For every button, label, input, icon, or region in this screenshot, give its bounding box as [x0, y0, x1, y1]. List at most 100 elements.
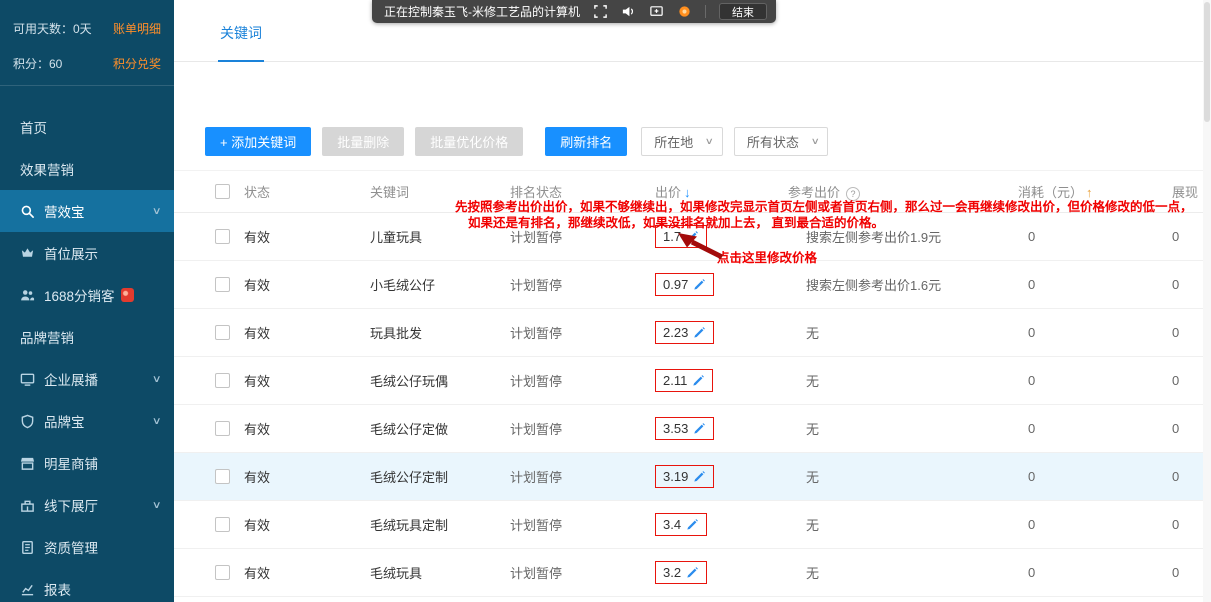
recharge-link[interactable]: 充值 [137, 0, 161, 2]
row-checkbox[interactable] [215, 373, 230, 388]
rank-status-cell: 计划暂停 [510, 371, 655, 390]
price-edit-box[interactable]: 3.2 [655, 561, 707, 584]
keyword-cell: 毛绒玩具定制 [370, 515, 510, 534]
price-edit-box[interactable]: 3.53 [655, 417, 714, 440]
shield-icon [20, 414, 35, 429]
location-filter-label: 所在地 [654, 132, 693, 151]
batch-optimize-price-button[interactable]: 批量优化价格 [415, 127, 523, 156]
price-edit-box[interactable]: 3.19 [655, 465, 714, 488]
sidebar-item-brand-marketing[interactable]: 品牌营销 [0, 316, 174, 358]
edit-pencil-icon[interactable] [693, 278, 706, 291]
status-cell: 有效 [244, 563, 370, 582]
add-keyword-button[interactable]: + 添加关键词 [205, 127, 311, 156]
fullscreen-icon[interactable] [593, 4, 608, 19]
batch-delete-button[interactable]: 批量删除 [322, 127, 404, 156]
sidebar: 可用余额：0元 充值 可用天数：0天 账单明细 积分：60 积分兑奖 首页 效果… [0, 0, 174, 602]
chevron-down-icon: ∨ [151, 206, 161, 217]
row-checkbox[interactable] [215, 277, 230, 292]
ref-price-cell: 无 [788, 563, 1018, 582]
sidebar-item-qualification[interactable]: 资质管理 [0, 526, 174, 568]
sidebar-item-label: 品牌宝 [44, 411, 85, 431]
scrollbar-thumb[interactable] [1204, 2, 1210, 122]
sidebar-item-report[interactable]: 报表 [0, 568, 174, 602]
sidebar-account: 可用余额：0元 充值 可用天数：0天 账单明细 积分：60 积分兑奖 [0, 0, 174, 86]
remote-control-bar: 正在控制秦玉飞-米修工艺品的计算机 结束 [372, 0, 776, 23]
tab-keywords[interactable]: 关键词 [218, 23, 264, 62]
chevron-down-icon: ∨ [811, 136, 820, 147]
sidebar-item-brand-bao[interactable]: 品牌宝 ∨ [0, 400, 174, 442]
sidebar-item-label: 报表 [44, 579, 71, 599]
remote-app-logo-icon[interactable] [677, 4, 692, 19]
search-icon [20, 204, 35, 219]
vertical-scrollbar[interactable] [1203, 0, 1211, 602]
status-cell: 有效 [244, 467, 370, 486]
balance-label: 可用余额：0元 [13, 0, 92, 2]
points-redeem-link[interactable]: 积分兑奖 [113, 55, 161, 72]
sidebar-item-home[interactable]: 首页 [0, 106, 174, 148]
table-row: 有效 毛绒玩具 计划暂停 3.2 无 0 0 [174, 549, 1211, 597]
cost-cell: 0 [1018, 373, 1172, 388]
account-points-row: 积分：60 积分兑奖 [0, 46, 174, 81]
speaker-icon[interactable] [621, 4, 636, 19]
annotation-pointer-label: 点击这里修改价格 [717, 247, 817, 266]
price-edit-box[interactable]: 3.4 [655, 513, 707, 536]
status-cell: 有效 [244, 227, 370, 246]
row-checkbox[interactable] [215, 565, 230, 580]
rank-status-cell: 计划暂停 [510, 275, 655, 294]
sidebar-item-star-shop[interactable]: 明星商铺 [0, 442, 174, 484]
status-cell: 有效 [244, 275, 370, 294]
refresh-rank-button[interactable]: 刷新排名 [545, 127, 627, 156]
keyword-cell: 毛绒玩具 [370, 563, 510, 582]
status-cell: 有效 [244, 371, 370, 390]
ref-price-cell: 无 [788, 515, 1018, 534]
row-checkbox[interactable] [215, 421, 230, 436]
sidebar-item-label: 资质管理 [44, 537, 98, 557]
sidebar-item-1688-distributor[interactable]: 1688分销客 [0, 274, 174, 316]
edit-pencil-icon[interactable] [692, 374, 705, 387]
crown-icon [20, 246, 35, 261]
status-cell: 有效 [244, 323, 370, 342]
sidebar-item-top-display[interactable]: 首位展示 [0, 232, 174, 274]
chevron-down-icon: ∨ [705, 136, 714, 147]
rank-status-cell: 计划暂停 [510, 467, 655, 486]
row-checkbox[interactable] [215, 325, 230, 340]
rank-status-cell: 计划暂停 [510, 323, 655, 342]
price-edit-box[interactable]: 2.23 [655, 321, 714, 344]
sidebar-item-enterprise-show[interactable]: 企业展播 ∨ [0, 358, 174, 400]
status-filter-select[interactable]: 所有状态 ∨ [734, 127, 829, 156]
price-edit-box[interactable]: 2.11 [655, 369, 713, 392]
price-edit-box[interactable]: 0.97 [655, 273, 714, 296]
ref-price-cell: 无 [788, 467, 1018, 486]
location-filter-select[interactable]: 所在地 ∨ [641, 127, 723, 156]
screen-select-icon[interactable] [649, 4, 664, 19]
table-row: 有效 毛绒公仔玩偶 计划暂停 2.11 无 0 0 [174, 357, 1211, 405]
row-checkbox[interactable] [215, 229, 230, 244]
price-value: 3.19 [663, 469, 688, 484]
billing-detail-link[interactable]: 账单明细 [113, 20, 161, 37]
days-label: 可用天数：0天 [13, 20, 92, 37]
row-checkbox[interactable] [215, 517, 230, 532]
sidebar-item-offline-hall[interactable]: 线下展厅 ∨ [0, 484, 174, 526]
row-checkbox[interactable] [215, 469, 230, 484]
keyword-cell: 毛绒公仔定做 [370, 419, 510, 438]
sidebar-item-yingxiaobao[interactable]: 营效宝 ∨ [0, 190, 174, 232]
sidebar-item-label: 明星商铺 [44, 453, 98, 473]
edit-pencil-icon[interactable] [686, 566, 699, 579]
cost-cell: 0 [1018, 229, 1172, 244]
cost-cell: 0 [1018, 517, 1172, 532]
status-cell: 有效 [244, 515, 370, 534]
table-row: 有效 毛绒公仔定做 计划暂停 3.53 无 0 0 [174, 405, 1211, 453]
chart-icon [20, 582, 35, 597]
app-root: 可用余额：0元 充值 可用天数：0天 账单明细 积分：60 积分兑奖 首页 效果… [0, 0, 1211, 602]
points-label: 积分：60 [13, 55, 62, 72]
edit-pencil-icon[interactable] [693, 326, 706, 339]
keyword-cell: 玩具批发 [370, 323, 510, 342]
edit-pencil-icon[interactable] [686, 518, 699, 531]
edit-pencil-icon[interactable] [693, 422, 706, 435]
select-all-checkbox[interactable] [215, 184, 230, 199]
hot-badge-icon [121, 288, 134, 302]
sidebar-item-label: 营效宝 [44, 201, 85, 221]
end-control-button[interactable]: 结束 [719, 3, 767, 20]
edit-pencil-icon[interactable] [693, 470, 706, 483]
sidebar-item-effect-marketing[interactable]: 效果营销 [0, 148, 174, 190]
